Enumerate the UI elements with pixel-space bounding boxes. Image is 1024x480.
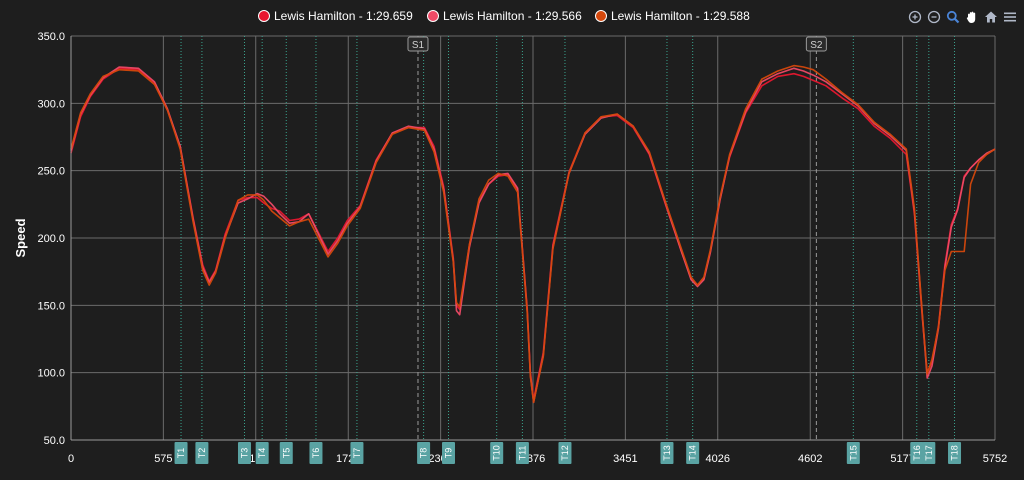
y-tick-label: 350.0	[37, 31, 65, 43]
y-tick-label: 250.0	[37, 166, 65, 178]
grid	[71, 35, 996, 441]
marker-labels: S1 S2 T1 T2 T3 T4 T5 T6 T7 T8 T9 T10 T11 T12 T13 T14 T15…	[174, 36, 962, 464]
x-tick-label: 3451	[613, 453, 637, 465]
sector-label: S1	[412, 40, 425, 51]
turn-label: T1	[176, 448, 186, 459]
y-axis-title: Speed	[13, 218, 28, 257]
turn-label: T6	[311, 448, 321, 459]
x-tick-label: 5752	[983, 453, 1007, 465]
turn-label: T5	[281, 448, 291, 459]
turn-label: T3	[239, 448, 249, 459]
turn-label: T11	[517, 446, 527, 461]
y-tick-label: 300.0	[37, 98, 65, 110]
turn-label: T18	[950, 445, 960, 461]
y-tick-label: 100.0	[37, 368, 65, 380]
turn-label: T15	[848, 445, 858, 461]
turn-label: T17	[924, 445, 934, 461]
turn-label: T13	[662, 445, 672, 461]
turn-label: T16	[912, 445, 922, 461]
y-tick-label: 200.0	[37, 233, 65, 245]
x-tick-label: 575	[154, 453, 172, 465]
y-tick-label: 150.0	[37, 300, 65, 312]
x-tick-label: 4602	[798, 453, 822, 465]
turn-label: T8	[419, 448, 429, 459]
turn-label: T14	[688, 445, 698, 461]
turn-label: T7	[352, 448, 362, 459]
x-tick-label: 4026	[705, 453, 729, 465]
x-tick-label: 0	[68, 453, 74, 465]
turn-label: T10	[492, 445, 502, 461]
turn-label: T9	[444, 448, 454, 459]
sector-label: S2	[810, 40, 823, 51]
speed-chart: 50.0100.0150.0200.0250.0300.0350.0057511…	[13, 31, 1007, 465]
turn-label: T2	[197, 448, 207, 459]
y-tick-label: 50.0	[44, 435, 65, 447]
turn-label: T12	[560, 445, 570, 461]
turn-label: T4	[257, 448, 267, 459]
